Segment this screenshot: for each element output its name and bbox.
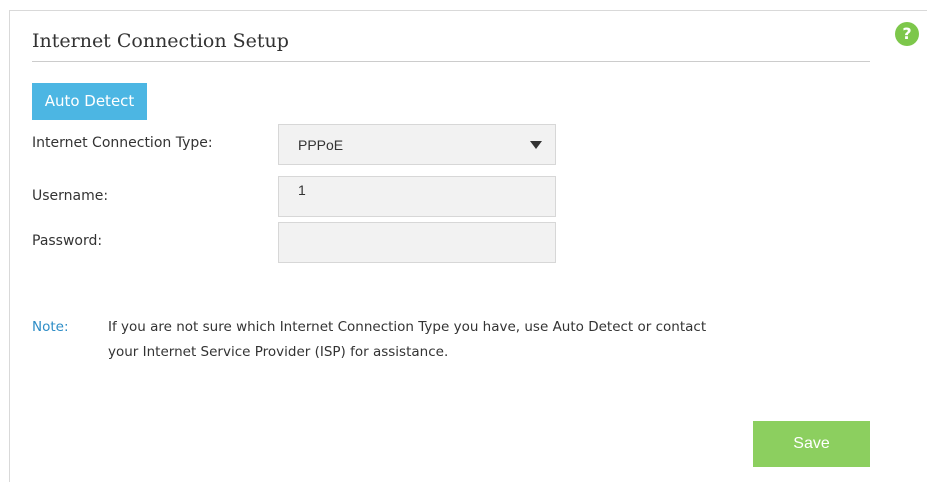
save-button[interactable]: Save: [753, 421, 870, 467]
connection-type-label: Internet Connection Type:: [32, 135, 213, 151]
note-line-1: If you are not sure which Internet Conne…: [108, 319, 707, 335]
username-input[interactable]: [278, 176, 556, 217]
auto-detect-button[interactable]: Auto Detect: [32, 83, 147, 120]
section-title: Internet Connection Setup: [32, 30, 289, 52]
title-divider: [32, 61, 870, 62]
password-label: Password:: [32, 233, 103, 249]
note-text: If you are not sure which Internet Conne…: [108, 315, 868, 365]
password-input[interactable]: [278, 222, 556, 263]
chevron-down-icon: [530, 141, 542, 149]
connection-type-value: PPPoE: [298, 137, 344, 153]
panel-top-border: [9, 10, 927, 11]
help-icon[interactable]: ?: [895, 22, 919, 46]
connection-type-select[interactable]: PPPoE: [278, 124, 556, 165]
username-label: Username:: [32, 188, 109, 204]
panel-left-border: [9, 10, 10, 482]
connection-setup-panel: ? Internet Connection Setup Auto Detect …: [0, 0, 927, 482]
note-line-2: your Internet Service Provider (ISP) for…: [108, 344, 449, 360]
note-label: Note:: [32, 319, 69, 335]
